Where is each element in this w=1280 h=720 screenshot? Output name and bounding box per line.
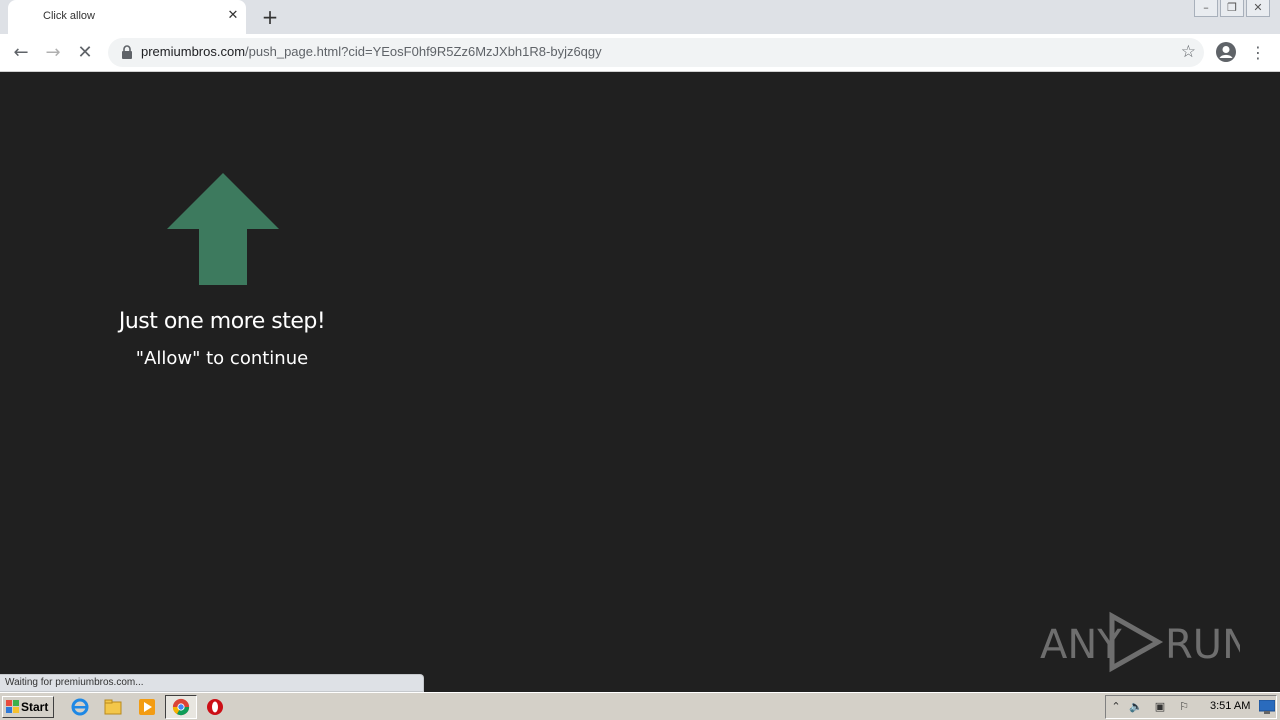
explorer-icon[interactable]	[103, 697, 123, 717]
stop-loading-button[interactable]: ✕	[73, 41, 97, 65]
close-window-button[interactable]: ✕	[1246, 0, 1270, 17]
minimize-button[interactable]: –	[1194, 0, 1218, 17]
bookmark-star-icon[interactable]: ☆	[1181, 42, 1196, 62]
tab-click-allow[interactable]: Click allow ✕	[8, 0, 246, 34]
browser-toolbar: ← → ✕ premiumbros.com/push_page.html?cid…	[0, 34, 1280, 72]
media-player-icon[interactable]	[137, 697, 157, 717]
chrome-taskbar-button[interactable]	[165, 695, 197, 719]
clock[interactable]: 3:51 AM	[1210, 700, 1250, 712]
start-label: Start	[21, 700, 49, 714]
opera-icon[interactable]	[205, 697, 225, 717]
close-tab-icon[interactable]: ✕	[224, 7, 242, 25]
watermark-text-right: RUN	[1165, 622, 1240, 668]
page-content: Just one more step! "Allow" to continue …	[0, 72, 1280, 692]
lock-icon	[122, 45, 132, 59]
tray-expand-icon[interactable]: ⌃	[1108, 699, 1124, 715]
tab-title: Click allow	[43, 10, 95, 22]
url-host: premiumbros.com	[141, 44, 246, 59]
volume-icon[interactable]: 🔈	[1128, 699, 1144, 715]
anyrun-watermark-logo: ANY RUN	[1040, 611, 1240, 673]
tab-strip: Click allow ✕ + – ❐ ✕	[0, 0, 1280, 34]
address-bar[interactable]: premiumbros.com/push_page.html?cid=YEosF…	[108, 38, 1204, 67]
status-bubble: Waiting for premiumbros.com...	[0, 674, 424, 692]
ie-icon[interactable]	[70, 697, 90, 717]
network-icon[interactable]: ▣	[1152, 699, 1168, 715]
show-desktop-icon[interactable]	[1259, 700, 1275, 714]
action-center-flag-icon[interactable]: ⚐	[1176, 699, 1192, 715]
taskbar: Start ⌃ 🔈 ▣ ⚐ 3:51 AM	[0, 692, 1280, 720]
system-tray: ⌃ 🔈 ▣ ⚐ 3:51 AM	[1105, 695, 1277, 719]
windows-logo-icon	[6, 700, 19, 713]
browser-menu-icon[interactable]: ⋮	[1250, 41, 1266, 65]
new-tab-button[interactable]: +	[259, 6, 281, 28]
url-path: /push_page.html?cid=YEosF0hf9R5Zz6MzJXbh…	[245, 44, 602, 59]
url-text: premiumbros.com/push_page.html?cid=YEosF…	[141, 44, 602, 59]
restore-button[interactable]: ❐	[1220, 0, 1244, 17]
page-subheading: "Allow" to continue	[135, 348, 309, 369]
arrow-up-icon	[167, 173, 279, 285]
forward-button[interactable]: →	[41, 41, 65, 65]
back-button[interactable]: ←	[9, 41, 33, 65]
chrome-icon	[172, 698, 190, 716]
page-heading: Just one more step!	[118, 309, 326, 334]
start-button[interactable]: Start	[2, 696, 54, 718]
window-controls: – ❐ ✕	[1192, 0, 1270, 18]
profile-icon[interactable]	[1215, 41, 1237, 63]
